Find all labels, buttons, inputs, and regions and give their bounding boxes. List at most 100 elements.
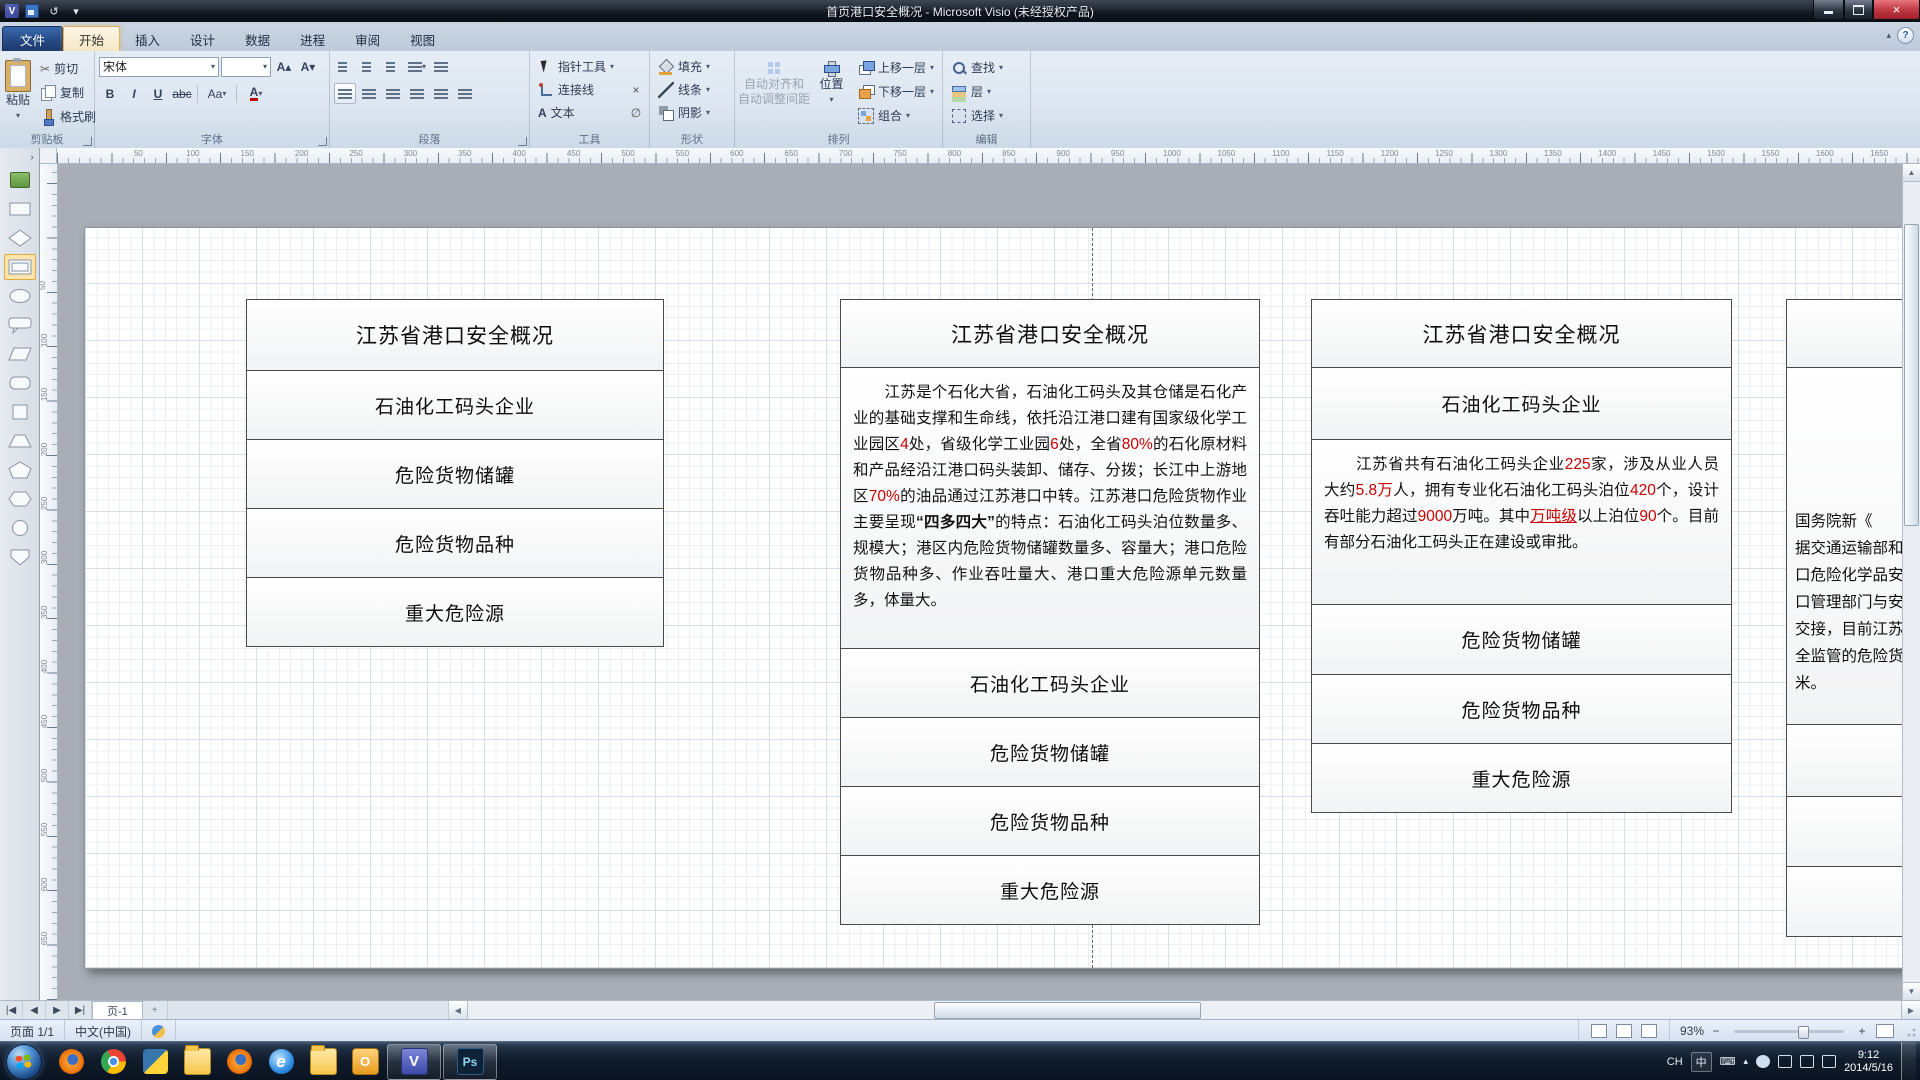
volume-icon[interactable] xyxy=(1800,1055,1814,1068)
flow-text-shape[interactable]: 江苏是个石化大省，石油化工码头及其仓储是石化产业的基础支撑和生命线，依托沿江港口… xyxy=(840,367,1260,649)
drawing-page[interactable]: 江苏省港口安全概况 石油化工码头企业 危险货物储罐 危险货物品种 重大危险源 江… xyxy=(84,227,1920,969)
minimize-button[interactable] xyxy=(1813,0,1844,20)
first-page-button[interactable]: |◀ xyxy=(0,1001,23,1020)
fill-button[interactable]: 填充▾ xyxy=(654,56,714,77)
shape-rounded-rectangle[interactable] xyxy=(4,370,36,396)
shape-hexagon[interactable] xyxy=(4,486,36,512)
bring-forward-button[interactable]: 上移一层▾ xyxy=(854,57,938,78)
vertical-scroll-thumb[interactable] xyxy=(1904,224,1919,526)
increase-indent-button[interactable] xyxy=(382,56,404,77)
last-page-button[interactable]: ▶| xyxy=(69,1001,92,1020)
undo-button[interactable]: ↺ xyxy=(45,3,63,19)
find-button[interactable]: 查找▾ xyxy=(947,57,1026,78)
flow-shape[interactable]: 重大危险源 xyxy=(1311,743,1732,813)
grow-font-button[interactable]: A▴ xyxy=(273,56,295,77)
vertical-ruler[interactable]: 50100150200250300350400450500550600650 xyxy=(40,164,58,1000)
taskbar-explorer-2[interactable] xyxy=(303,1045,343,1079)
send-backward-button[interactable]: 下移一层▾ xyxy=(854,81,938,102)
align-right-button[interactable] xyxy=(382,83,404,104)
taskbar-explorer[interactable] xyxy=(177,1045,217,1079)
scroll-left-button[interactable]: ◀ xyxy=(449,1001,468,1020)
resize-grip[interactable] xyxy=(1906,1020,1920,1042)
fit-page-button[interactable] xyxy=(1876,1024,1894,1038)
align-left-button[interactable] xyxy=(334,83,356,104)
line-button[interactable]: 线条▾ xyxy=(654,79,714,100)
underline-button[interactable]: U xyxy=(147,83,169,104)
cut-button[interactable]: ✂剪切 xyxy=(36,58,100,79)
taskbar-python[interactable] xyxy=(135,1045,175,1079)
justify-button[interactable] xyxy=(406,83,428,104)
language-button[interactable]: CH xyxy=(1667,1056,1683,1068)
tray-expand-icon[interactable]: ▴ xyxy=(1744,1056,1749,1067)
auto-align-button[interactable]: 自动对齐和 自动调整间距 xyxy=(739,54,809,136)
decrease-indent-button[interactable] xyxy=(358,56,380,77)
flow-shape[interactable]: 危险货物储罐 xyxy=(840,717,1260,787)
save-button[interactable] xyxy=(23,3,41,19)
zoom-level[interactable]: 93% xyxy=(1680,1024,1704,1038)
page-tab-active[interactable]: 页-1 xyxy=(92,1001,143,1020)
flow-shape[interactable]: 江苏省港口安全概况 xyxy=(1311,299,1732,368)
shape-diamond[interactable] xyxy=(4,225,36,251)
align-bottom-button[interactable] xyxy=(454,83,476,104)
tab-insert[interactable]: 插入 xyxy=(120,27,175,51)
keyboard-icon[interactable]: ⌨ xyxy=(1720,1055,1736,1068)
tab-view[interactable]: 视图 xyxy=(395,27,450,51)
help-icon[interactable]: ? xyxy=(1897,27,1914,44)
font-dialog-launcher[interactable] xyxy=(318,137,327,146)
shape-square[interactable] xyxy=(4,399,36,425)
macro-status[interactable] xyxy=(142,1020,176,1042)
network-icon[interactable] xyxy=(1822,1055,1836,1068)
flow-shape[interactable] xyxy=(1786,796,1920,867)
pan-zoom-view-icon[interactable] xyxy=(1641,1024,1657,1038)
start-button[interactable] xyxy=(6,1044,42,1080)
horizontal-ruler[interactable]: 5010015020025030035040045050055060065070… xyxy=(57,148,1920,164)
qat-customize-button[interactable]: ▾ xyxy=(67,3,85,19)
paragraph-dialog-launcher[interactable] xyxy=(518,137,527,146)
shape-framed-rectangle[interactable] xyxy=(4,254,36,280)
flow-shape[interactable]: 江苏省港口安全概况 xyxy=(246,299,664,371)
tab-home[interactable]: 开始 xyxy=(63,26,120,51)
fullscreen-view-icon[interactable] xyxy=(1616,1024,1632,1038)
taskbar-outlook[interactable]: O xyxy=(345,1045,385,1079)
taskbar-firefox[interactable] xyxy=(51,1045,91,1079)
taskbar-chrome[interactable] xyxy=(93,1045,133,1079)
connection-point-button[interactable]: × xyxy=(627,79,645,100)
horizontal-scroll-thumb[interactable] xyxy=(934,1002,1201,1019)
shape-circle[interactable] xyxy=(4,515,36,541)
flow-shape[interactable] xyxy=(1786,866,1920,937)
tab-data[interactable]: 数据 xyxy=(230,27,285,51)
stencil-icon[interactable] xyxy=(4,167,36,193)
align-top-button[interactable] xyxy=(430,83,452,104)
bullets-button[interactable] xyxy=(334,56,356,77)
tab-review[interactable]: 审阅 xyxy=(340,27,395,51)
taskbar-visio-active[interactable]: V xyxy=(387,1044,441,1080)
scroll-up-button[interactable]: ▲ xyxy=(1903,164,1920,182)
insert-page-button[interactable]: + xyxy=(143,1001,168,1020)
tab-process[interactable]: 进程 xyxy=(285,27,340,51)
flow-shape[interactable]: 石油化工码头企业 xyxy=(840,648,1260,718)
zoom-out-button[interactable]: − xyxy=(1709,1024,1723,1038)
bold-button[interactable]: B xyxy=(99,83,121,104)
taskbar-ie[interactable]: e xyxy=(261,1045,301,1079)
page-indicator[interactable]: 页面 1/1 xyxy=(0,1020,65,1042)
shape-trapezoid[interactable] xyxy=(4,428,36,454)
zoom-slider[interactable] xyxy=(1734,1030,1844,1033)
scroll-right-button[interactable]: ▶ xyxy=(1901,1001,1920,1020)
vertical-scrollbar[interactable]: ▲ ▼ xyxy=(1902,164,1920,1000)
next-page-button[interactable]: ▶ xyxy=(46,1001,69,1020)
shape-rectangle[interactable] xyxy=(4,196,36,222)
flow-shape[interactable]: 重大危险源 xyxy=(246,577,664,647)
text-direction-button[interactable] xyxy=(430,56,452,77)
shape-pentagon[interactable] xyxy=(4,457,36,483)
shape-callout[interactable] xyxy=(4,312,36,338)
flow-shape[interactable]: 危险货物品种 xyxy=(1311,674,1732,744)
flow-text-shape[interactable]: 国务院新《 据交通运输部和 口危险化学品安 口管理部门与安 交接，目前江苏 全监… xyxy=(1786,367,1920,725)
collapse-ribbon-icon[interactable]: ▴ xyxy=(1886,30,1891,41)
language-indicator[interactable]: 中文(中国) xyxy=(65,1020,142,1042)
flow-shape[interactable]: 江苏省港口安全概况 xyxy=(840,299,1260,368)
maximize-button[interactable] xyxy=(1844,0,1873,20)
flow-shape[interactable]: 危险货物储罐 xyxy=(246,439,664,509)
pointer-tool-button[interactable]: 指针工具▾ xyxy=(534,56,618,77)
horizontal-scrollbar[interactable]: ◀ ▶ xyxy=(448,1001,1920,1020)
strikethrough-button[interactable]: abc xyxy=(171,83,193,104)
